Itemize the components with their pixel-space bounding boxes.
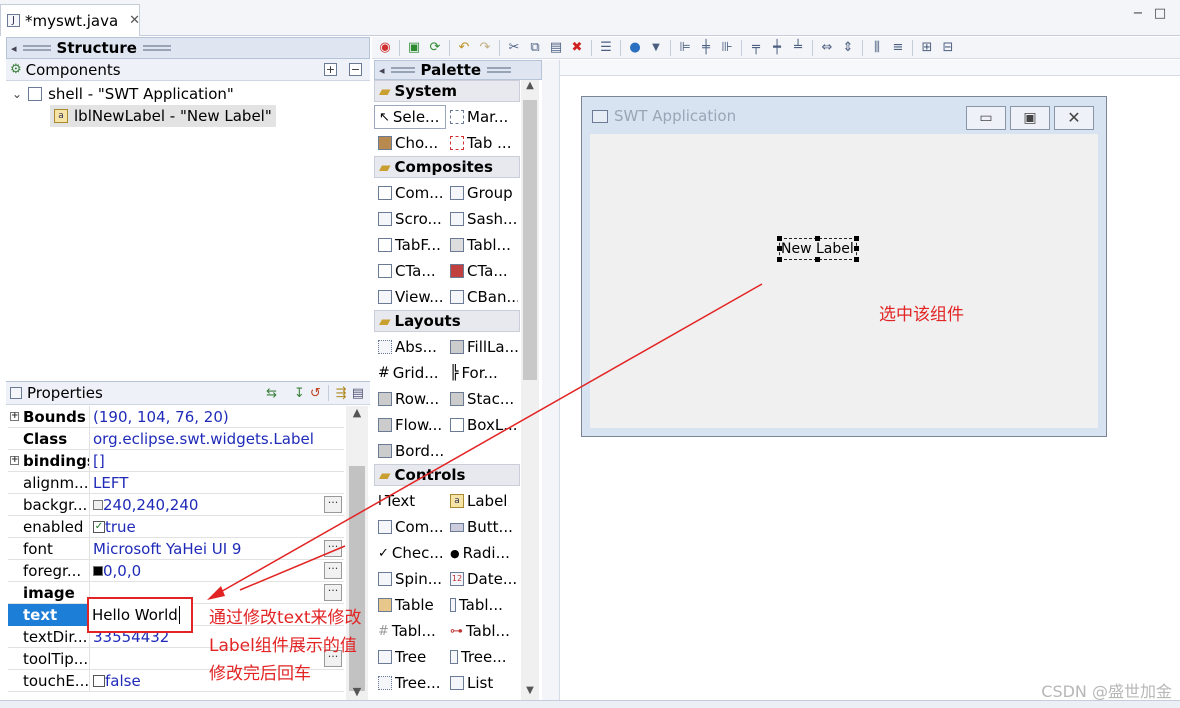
arrow-line [216,283,763,595]
arrow-head [207,586,225,600]
annotation-arrows [207,283,763,600]
annotation-line-1: 通过修改text来修改 [209,608,362,628]
annotation-line-2: Label组件展示的值 [209,636,357,656]
arrow-line-short [239,545,346,591]
watermark: CSDN @盛世加金 [1041,682,1172,701]
annotation-line-3: 修改完后回车 [209,664,311,684]
annotation-select-component: 选中该组件 [879,305,964,325]
bottom-tab-strip [0,700,1180,708]
